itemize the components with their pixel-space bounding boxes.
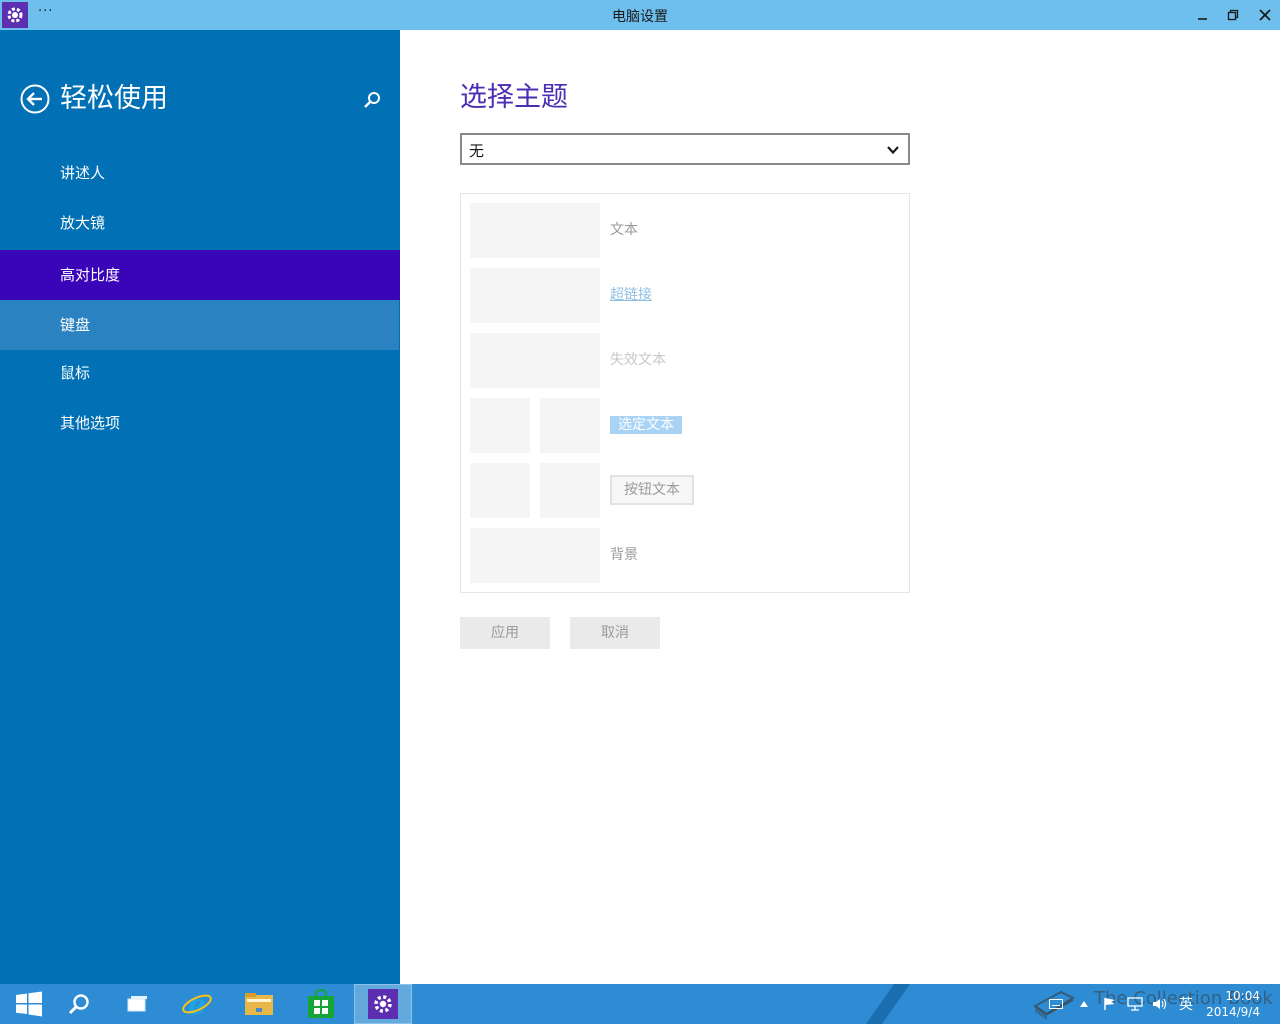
- text-sample-label: 文本: [610, 222, 638, 238]
- page-title: 选择主题: [460, 82, 568, 113]
- sidebar-item-keyboard[interactable]: 键盘: [0, 300, 399, 350]
- sidebar-item-narrator[interactable]: 讲述人: [0, 148, 400, 198]
- settings-taskbar-button[interactable]: [354, 984, 412, 1024]
- task-view-button[interactable]: [108, 984, 166, 1024]
- action-center-flag-icon[interactable]: [1100, 984, 1120, 1024]
- selected-text-background-swatch[interactable]: [540, 398, 600, 453]
- clock-date: 2014/9/4: [1206, 1005, 1260, 1019]
- svg-text:e: e: [188, 988, 206, 1020]
- close-button[interactable]: [1250, 0, 1280, 30]
- minimize-icon: [1198, 18, 1207, 20]
- network-icon[interactable]: [1124, 984, 1146, 1024]
- folder-icon: [245, 993, 273, 1015]
- selected-text-foreground-swatch[interactable]: [470, 398, 530, 453]
- disabled-text-color-swatch[interactable]: [470, 333, 600, 388]
- background-color-swatch[interactable]: [470, 528, 600, 583]
- back-arrow-icon: [20, 84, 50, 114]
- main-content: 选择主题 无 文本 超链接 失效文本 选定文本 按钮文本 背景 应用 取消: [400, 30, 1280, 984]
- sidebar-item-other-options[interactable]: 其他选项: [0, 398, 400, 448]
- volume-icon[interactable]: [1150, 984, 1170, 1024]
- cancel-button[interactable]: 取消: [570, 617, 660, 649]
- minimize-button[interactable]: [1188, 0, 1218, 30]
- theme-preview-panel: 文本 超链接 失效文本 选定文本 按钮文本 背景: [460, 193, 910, 593]
- store-bag-icon: [308, 989, 334, 1018]
- input-language-indicator[interactable]: 英: [1174, 984, 1198, 1024]
- file-explorer-button[interactable]: [230, 984, 288, 1024]
- sidebar-item-high-contrast[interactable]: 高对比度: [0, 250, 400, 300]
- sidebar-item-magnifier[interactable]: 放大镜: [0, 198, 400, 248]
- show-hidden-icons-button[interactable]: [1076, 984, 1092, 1024]
- close-icon: [1259, 9, 1271, 21]
- clock-time: 10:04: [1225, 989, 1260, 1003]
- sidebar-header: 轻松使用: [20, 82, 390, 122]
- chevron-up-icon: [1080, 1001, 1088, 1007]
- internet-explorer-icon: e: [182, 988, 212, 1020]
- back-button[interactable]: [20, 84, 50, 114]
- internet-explorer-button[interactable]: e: [168, 984, 226, 1024]
- windows-logo-icon: [16, 991, 42, 1017]
- theme-dropdown-value: 无: [469, 142, 485, 160]
- button-text-sample: 按钮文本: [610, 475, 694, 505]
- window-title: 电脑设置: [612, 9, 668, 25]
- sidebar-title: 轻松使用: [60, 83, 168, 114]
- disabled-text-sample-label: 失效文本: [610, 352, 666, 368]
- store-button[interactable]: [292, 984, 350, 1024]
- background-sample-label: 背景: [610, 547, 638, 563]
- search-icon: [364, 92, 380, 108]
- taskbar-search-button[interactable]: [50, 984, 108, 1024]
- keyboard-tray-icon[interactable]: [1046, 984, 1066, 1024]
- title-bar: ··· 电脑设置: [0, 0, 1280, 30]
- chevron-down-icon: [887, 146, 899, 155]
- search-icon: [68, 994, 89, 1015]
- apply-button[interactable]: 应用: [460, 617, 550, 649]
- task-view-icon: [127, 996, 147, 1012]
- taskbar: e The Collection Book 英 10:04 2014/9/4: [0, 984, 1280, 1024]
- settings-gear-icon: [368, 989, 398, 1019]
- sidebar: 轻松使用 讲述人 放大镜 高对比度 键盘 鼠标 其他选项: [0, 30, 400, 984]
- sidebar-item-mouse[interactable]: 鼠标: [0, 348, 400, 398]
- taskbar-clock[interactable]: 10:04 2014/9/4: [1206, 988, 1260, 1020]
- taskbar-decoration: [865, 984, 911, 1024]
- hyperlink-sample-label: 超链接: [610, 287, 652, 303]
- hyperlink-color-swatch[interactable]: [470, 268, 600, 323]
- search-button[interactable]: [362, 90, 382, 110]
- text-color-swatch[interactable]: [470, 203, 600, 258]
- button-text-background-swatch[interactable]: [540, 463, 600, 518]
- restore-button[interactable]: [1218, 0, 1248, 30]
- theme-dropdown[interactable]: 无: [460, 133, 910, 165]
- restore-icon: [1227, 9, 1239, 21]
- selected-text-sample-label: 选定文本: [610, 416, 682, 434]
- button-text-foreground-swatch[interactable]: [470, 463, 530, 518]
